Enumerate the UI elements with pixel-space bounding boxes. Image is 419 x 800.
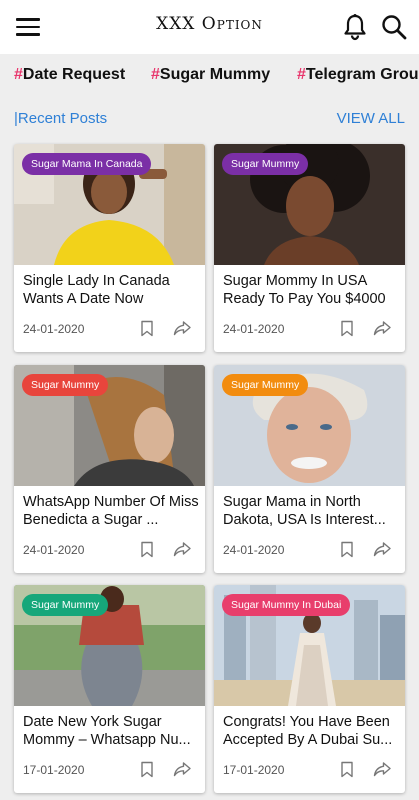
post-date: 17-01-2020 — [23, 763, 85, 777]
post-thumbnail: Sugar Mama In Canada — [14, 144, 205, 265]
recent-posts-header: |Recent Posts VIEW ALL — [0, 106, 419, 132]
top-app-bar: XXX Option — [0, 0, 419, 54]
tag-telegram-group[interactable]: #Telegram Group — [297, 66, 419, 84]
hashtag-strip: #Date Request #Sugar Mummy #Telegram Gro… — [0, 56, 419, 100]
bookmark-icon[interactable] — [140, 320, 154, 337]
tag-date-request[interactable]: #Date Request — [14, 66, 125, 84]
bookmark-icon[interactable] — [340, 761, 354, 778]
tag-sugar-mummy[interactable]: #Sugar Mummy — [151, 66, 270, 84]
post-thumbnail: Sugar Mummy — [14, 585, 205, 706]
share-icon[interactable] — [373, 541, 391, 557]
share-icon[interactable] — [173, 320, 191, 336]
category-badge[interactable]: Sugar Mummy — [222, 374, 309, 396]
view-all-link[interactable]: VIEW ALL — [337, 110, 405, 127]
bookmark-icon[interactable] — [340, 320, 354, 337]
share-icon[interactable] — [373, 761, 391, 777]
bookmark-icon[interactable] — [340, 541, 354, 558]
category-badge[interactable]: Sugar Mummy In Dubai — [222, 594, 351, 616]
post-card[interactable]: Sugar Mummy WhatsApp Number Of Miss Bene… — [14, 365, 205, 573]
post-title[interactable]: WhatsApp Number Of Miss Benedicta a Suga… — [23, 493, 199, 529]
post-date: 24-01-2020 — [223, 322, 285, 336]
section-title: |Recent Posts — [14, 110, 108, 127]
post-title[interactable]: Date New York Sugar Mommy – Whatsapp Nu.… — [23, 713, 199, 749]
post-title[interactable]: Congrats! You Have Been Accepted By A Du… — [223, 713, 399, 749]
post-date: 24-01-2020 — [23, 322, 85, 336]
post-card[interactable]: Sugar Mummy Sugar Mama in North Dakota, … — [214, 365, 405, 573]
post-card[interactable]: Sugar Mama In Canada Single Lady In Cana… — [14, 144, 205, 352]
post-thumbnail: Sugar Mummy — [214, 144, 405, 265]
category-badge[interactable]: Sugar Mummy — [222, 153, 309, 175]
share-icon[interactable] — [373, 320, 391, 336]
post-title[interactable]: Sugar Mama in North Dakota, USA Is Inter… — [223, 493, 399, 529]
share-icon[interactable] — [173, 541, 191, 557]
bell-icon[interactable] — [342, 13, 368, 41]
bookmark-icon[interactable] — [140, 761, 154, 778]
post-title[interactable]: Single Lady In Canada Wants A Date Now — [23, 272, 199, 308]
post-date: 24-01-2020 — [223, 543, 285, 557]
post-card[interactable]: Sugar Mummy Sugar Mommy In USA Ready To … — [214, 144, 405, 352]
post-thumbnail: Sugar Mummy — [14, 365, 205, 486]
post-thumbnail: Sugar Mummy In Dubai — [214, 585, 405, 706]
post-title[interactable]: Sugar Mommy In USA Ready To Pay You $400… — [223, 272, 399, 308]
share-icon[interactable] — [173, 761, 191, 777]
category-badge[interactable]: Sugar Mummy — [22, 594, 109, 616]
post-thumbnail: Sugar Mummy — [214, 365, 405, 486]
post-date: 17-01-2020 — [223, 763, 285, 777]
search-icon[interactable] — [380, 13, 408, 41]
bookmark-icon[interactable] — [140, 541, 154, 558]
category-badge[interactable]: Sugar Mama In Canada — [22, 153, 152, 175]
post-card[interactable]: Sugar Mummy Date New York Sugar Mommy – … — [14, 585, 205, 793]
post-date: 24-01-2020 — [23, 543, 85, 557]
category-badge[interactable]: Sugar Mummy — [22, 374, 109, 396]
post-card[interactable]: Sugar Mummy In Dubai Congrats! You Have … — [214, 585, 405, 793]
